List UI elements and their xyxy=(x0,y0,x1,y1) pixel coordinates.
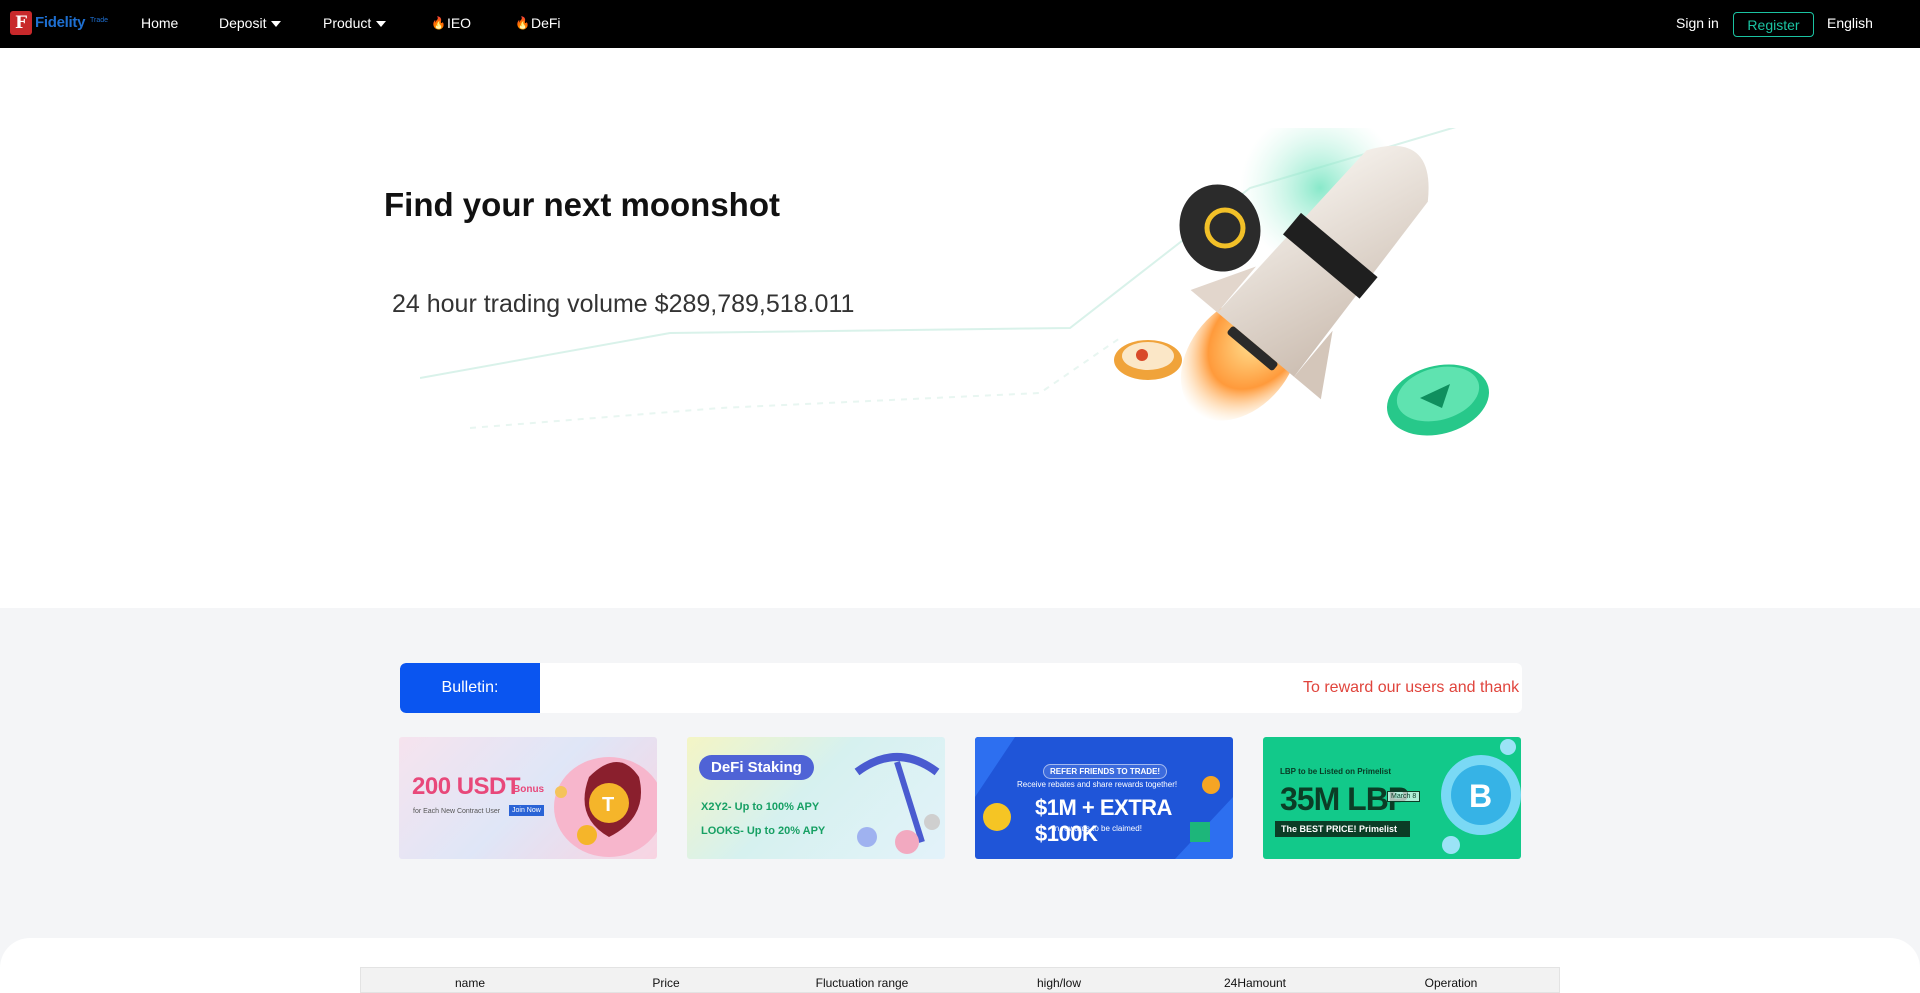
promo-banner-primelist-lbp[interactable]: B LBP to be Listed on Primelist 35M LBP … xyxy=(1263,737,1521,859)
promo-banner-defi-staking[interactable]: DeFi Staking X2Y2- Up to 100% APY LOOKS-… xyxy=(687,737,945,859)
promo-banner-refer-friends[interactable]: REFER FRIENDS TO TRADE! Receive rebates … xyxy=(975,737,1233,859)
trading-volume: 24 hour trading volume $289,789,518.011 xyxy=(392,290,855,318)
logo-subtext: Trade xyxy=(90,17,109,24)
sign-in-link[interactable]: Sign in xyxy=(1676,15,1719,31)
fire-icon: 🔥 xyxy=(431,16,446,30)
banner4-date: March 8 xyxy=(1387,791,1421,802)
column-header-high-low[interactable]: high/low xyxy=(1037,976,1081,990)
language-selector[interactable]: English xyxy=(1827,15,1873,31)
nav-defi[interactable]: 🔥 DeFi xyxy=(515,15,561,31)
sign-in-label: Sign in xyxy=(1676,15,1719,31)
fire-icon: 🔥 xyxy=(515,16,530,30)
banner2-line1: X2Y2- Up to 100% APY xyxy=(701,801,820,813)
svg-text:B: B xyxy=(1469,778,1492,814)
chevron-down-icon xyxy=(271,20,282,27)
nav-product-label: Product xyxy=(323,15,372,31)
banner1-bonus: Bonus xyxy=(513,784,545,795)
bulletin-bar[interactable]: Bulletin: To reward our users and thank xyxy=(400,663,1522,713)
market-table-header: name Price Fluctuation range high/low 24… xyxy=(360,967,1560,993)
hero-section: Find your next moonshot 24 hour trading … xyxy=(0,48,1920,608)
logo-text: Fidelity xyxy=(35,14,86,31)
banner1-join-button[interactable]: Join Now xyxy=(509,805,544,816)
language-label: English xyxy=(1827,15,1873,31)
logo[interactable]: F Fidelity Trade xyxy=(10,11,108,35)
banner1-headline: 200 USDT xyxy=(412,773,521,800)
chevron-down-icon xyxy=(376,20,387,27)
column-header-price[interactable]: Price xyxy=(652,976,679,990)
logo-mark: F xyxy=(10,11,32,35)
bulletin-marquee-text[interactable]: To reward our users and thank xyxy=(1303,679,1519,697)
nav-ieo[interactable]: 🔥 IEO xyxy=(431,15,471,31)
bulletin-label: Bulletin: xyxy=(400,663,540,713)
nav-home[interactable]: Home xyxy=(141,15,178,31)
column-header-name[interactable]: name xyxy=(455,976,485,990)
promo-banner-usdt-bonus[interactable]: T 200 USDT Bonus for Each New Contract U… xyxy=(399,737,657,859)
banner1-subtext: for Each New Contract User xyxy=(413,808,501,815)
register-button[interactable]: Register xyxy=(1733,12,1814,37)
banner2-line2: LOOKS- Up to 20% APY xyxy=(701,825,826,837)
banner2-title: DeFi Staking xyxy=(699,755,814,780)
banner3-headline: REFER FRIENDS TO TRADE! xyxy=(1043,764,1168,779)
column-header-operation: Operation xyxy=(1424,976,1478,990)
nav-ieo-label: IEO xyxy=(446,15,472,31)
banner4-topline: LBP to be Listed on Primelist xyxy=(1280,767,1391,776)
banner3-main: $1M + EXTRA $100K xyxy=(1035,795,1172,846)
nav-home-label: Home xyxy=(141,15,179,31)
svg-text:T: T xyxy=(602,794,614,816)
gift-icon: T xyxy=(554,757,657,857)
nav-defi-label: DeFi xyxy=(530,15,561,31)
nav-product[interactable]: Product xyxy=(323,15,387,31)
banner3-subtext: Receive rebates and share rewards togeth… xyxy=(1017,780,1178,789)
nav-deposit-label: Deposit xyxy=(219,15,267,31)
column-header-24h-amount[interactable]: 24Hamount xyxy=(1224,976,1286,990)
banner3-footer: in rewards to be claimed! xyxy=(1053,824,1142,833)
nav-deposit[interactable]: Deposit xyxy=(219,15,282,31)
pickaxe-icon xyxy=(854,753,940,854)
banner4-tagline: The BEST PRICE! Primelist xyxy=(1275,821,1410,837)
top-navbar: F Fidelity Trade Home Deposit Product 🔥 … xyxy=(0,0,1920,48)
column-header-fluctuation[interactable]: Fluctuation range xyxy=(816,976,909,990)
hero-title: Find your next moonshot xyxy=(384,186,780,223)
